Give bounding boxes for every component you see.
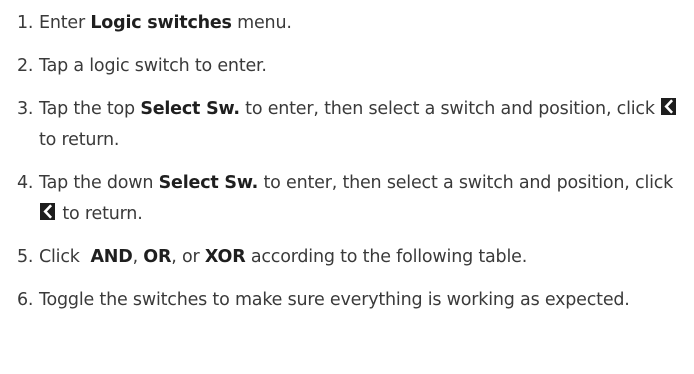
step-number: 1. <box>17 13 34 33</box>
step-text: Tap a logic switch to enter. <box>39 56 267 76</box>
select-switch-label: Select Sw. <box>158 173 259 193</box>
step-5: 5. Click AND, OR, or XOR according to th… <box>17 242 687 273</box>
step-text: Toggle the switches to make sure everyth… <box>39 290 630 310</box>
select-switch-label: Select Sw. <box>140 99 240 119</box>
step-number: 4. <box>17 173 34 193</box>
or-option: OR <box>143 247 172 267</box>
step-3: 3. Tap the top Select Sw. to enter, then… <box>17 94 687 156</box>
step-number: 3. <box>17 99 34 119</box>
xor-option: XOR <box>204 247 246 267</box>
and-option: AND <box>90 247 133 267</box>
step-number: 5. <box>17 247 34 267</box>
step-text: Tap the top Select Sw. to enter, then se… <box>39 94 687 156</box>
chevron-left-icon <box>40 203 55 220</box>
instruction-steps: 1. Enter Logic switches menu. 2. Tap a l… <box>17 8 687 328</box>
step-number: 6. <box>17 290 34 310</box>
step-text: Click AND, OR, or XOR according to the f… <box>39 247 528 267</box>
step-text: Tap the down Select Sw. to enter, then s… <box>39 173 674 224</box>
step-2: 2. Tap a logic switch to enter. <box>17 51 687 82</box>
menu-name: Logic switches <box>90 13 232 33</box>
step-6: 6. Toggle the switches to make sure ever… <box>17 285 687 316</box>
step-1: 1. Enter Logic switches menu. <box>17 8 687 39</box>
step-text: Enter Logic switches menu. <box>39 13 292 33</box>
step-4: 4. Tap the down Select Sw. to enter, the… <box>17 168 687 230</box>
chevron-left-icon <box>661 98 677 115</box>
step-number: 2. <box>17 56 34 76</box>
